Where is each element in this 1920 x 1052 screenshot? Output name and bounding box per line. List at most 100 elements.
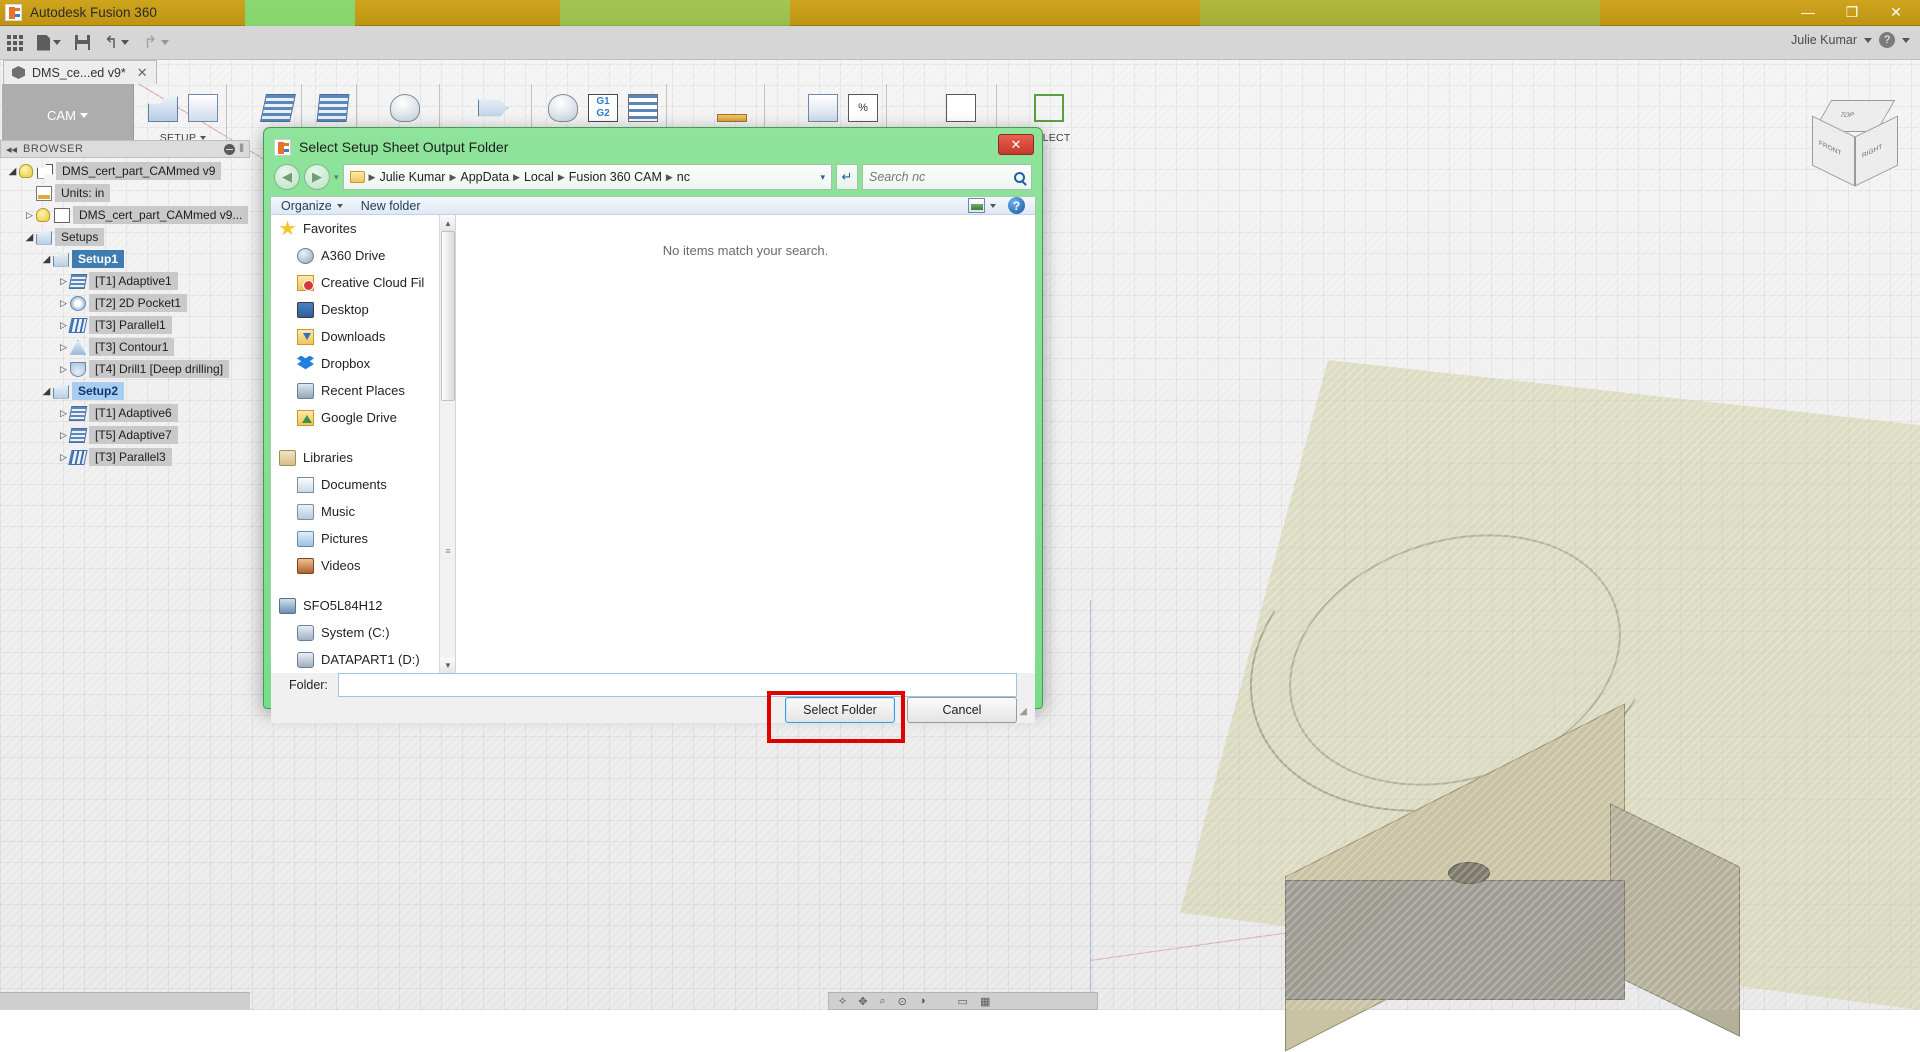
workspace-switcher[interactable]: CAM	[2, 84, 134, 146]
search-input[interactable]: Search nc	[862, 164, 1032, 190]
tree-node[interactable]: ◢DMS_cert_part_CAMmed v9	[0, 160, 250, 182]
apps-grid-button[interactable]	[0, 29, 30, 57]
setup-folder-icon[interactable]	[188, 94, 218, 122]
chevron-down-icon[interactable]	[1902, 38, 1910, 43]
breadcrumb-item-2[interactable]: Local	[524, 170, 554, 184]
expand-arrow-open-icon[interactable]: ◢	[23, 232, 36, 243]
expand-arrow-closed-icon[interactable]: ▷	[57, 430, 70, 441]
help-icon[interactable]: ?	[1879, 32, 1895, 48]
view-styles-icon[interactable]: ◑	[919, 995, 926, 1007]
forward-button[interactable]: ▶	[304, 164, 330, 190]
expand-arrow-closed-icon[interactable]: ▷	[57, 342, 70, 353]
nav-pane-item[interactable]: System (C:)	[271, 619, 455, 646]
select-icon[interactable]	[1034, 94, 1064, 122]
light-bulb-icon[interactable]	[36, 208, 50, 222]
scrollbar-thumb[interactable]	[441, 231, 455, 401]
nav-pane-item[interactable]: Creative Cloud Fil	[271, 269, 455, 296]
collapse-icon[interactable]: ◂◂	[6, 143, 17, 156]
tree-node[interactable]: ▷[T5] Adaptive7	[0, 424, 250, 446]
tree-node[interactable]: ◢Setups	[0, 226, 250, 248]
view-options-button[interactable]	[968, 198, 996, 213]
history-dropdown-icon[interactable]: ▾	[334, 172, 339, 183]
folder-input[interactable]	[338, 673, 1017, 697]
new-folder-button[interactable]: New folder	[361, 199, 421, 213]
organize-menu[interactable]: Organize	[281, 199, 343, 213]
post-process-icon[interactable]: G1G2	[588, 94, 618, 122]
measure-icon[interactable]	[717, 114, 747, 122]
expand-arrow-closed-icon[interactable]: ▷	[57, 320, 70, 331]
minimize-panel-icon[interactable]	[224, 144, 235, 155]
select-folder-button[interactable]: Select Folder	[785, 697, 895, 723]
pan-icon[interactable]: ✥	[858, 995, 867, 1008]
redo-button[interactable]: ↱	[136, 29, 175, 57]
tree-node[interactable]: ▷[T1] Adaptive6	[0, 402, 250, 424]
setup-icon[interactable]	[148, 94, 178, 122]
tree-node[interactable]: Units: in	[0, 182, 250, 204]
scroll-up-icon[interactable]: ▲	[440, 215, 456, 231]
minimize-button[interactable]: —	[1786, 0, 1830, 24]
expand-arrow-open-icon[interactable]: ◢	[6, 166, 19, 177]
expand-arrow-closed-icon[interactable]: ▷	[23, 210, 36, 221]
tree-node[interactable]: ▷[T2] 2D Pocket1	[0, 292, 250, 314]
nav-pane-item[interactable]: SFO5L84H12	[271, 592, 455, 619]
nav-pane-item[interactable]: Google Drive	[271, 404, 455, 431]
scroll-down-icon[interactable]: ▼	[440, 657, 456, 673]
fit-icon[interactable]: ⊙	[898, 995, 907, 1008]
nav-pane-item[interactable]: Dropbox	[271, 350, 455, 377]
resize-grip-icon[interactable]: ◢	[1019, 706, 1027, 717]
simulate-icon[interactable]	[548, 94, 578, 122]
toolpath-3d-icon[interactable]	[317, 94, 350, 122]
expand-arrow-closed-icon[interactable]: ▷	[57, 364, 70, 375]
breadcrumb-item-4[interactable]: nc	[677, 170, 690, 184]
back-button[interactable]: ◀	[274, 164, 300, 190]
help-icon[interactable]: ?	[1008, 197, 1025, 214]
restore-button[interactable]: ❐	[1830, 0, 1874, 24]
nav-pane-scrollbar[interactable]: ▲ ≡ ▼	[439, 215, 455, 673]
breadcrumb-item-3[interactable]: Fusion 360 CAM	[569, 170, 662, 184]
tree-node[interactable]: ▷[T4] Drill1 [Deep drilling]	[0, 358, 250, 380]
orbit-icon[interactable]: ⟡	[839, 995, 846, 1008]
tool-library-icon[interactable]	[808, 94, 838, 122]
nav-pane-item[interactable]: Music	[271, 498, 455, 525]
percent-icon[interactable]: %	[848, 94, 878, 122]
user-name-label[interactable]: Julie Kumar	[1791, 33, 1857, 47]
breadcrumb-item-1[interactable]: AppData	[460, 170, 509, 184]
save-button[interactable]	[68, 29, 97, 57]
grid-snap-icon[interactable]: ▦	[980, 995, 990, 1008]
light-bulb-icon[interactable]	[19, 164, 33, 178]
tree-node[interactable]: ◢Setup2	[0, 380, 250, 402]
expand-arrow-open-icon[interactable]: ◢	[40, 254, 53, 265]
document-tab[interactable]: DMS_ce...ed v9* ✕	[3, 60, 157, 84]
expand-arrow-closed-icon[interactable]: ▷	[57, 298, 70, 309]
close-button[interactable]: ✕	[1874, 0, 1918, 24]
close-icon[interactable]: ✕	[137, 65, 148, 81]
toolpath-2d-icon[interactable]	[260, 94, 296, 122]
new-document-button[interactable]	[30, 29, 68, 57]
nav-pane-item[interactable]: DATAPART1 (D:)	[271, 646, 455, 673]
nav-pane-item[interactable]: Videos	[271, 552, 455, 579]
ribbon-group-setup[interactable]: SETUP	[140, 84, 227, 146]
cancel-button[interactable]: Cancel	[907, 697, 1017, 723]
chevron-down-icon[interactable]	[1864, 38, 1872, 43]
tree-node[interactable]: ▷[T1] Adaptive1	[0, 270, 250, 292]
nav-pane-item[interactable]: Desktop	[271, 296, 455, 323]
file-list-pane[interactable]: No items match your search.	[456, 215, 1035, 673]
expand-arrow-open-icon[interactable]: ◢	[40, 386, 53, 397]
nav-pane-item[interactable]: A360 Drive	[271, 242, 455, 269]
nav-pane-item[interactable]: Pictures	[271, 525, 455, 552]
nav-pane-item[interactable]: Favorites	[271, 215, 455, 242]
tree-node[interactable]: ▷[T3] Parallel3	[0, 446, 250, 468]
chevron-down-icon[interactable]: ▾	[820, 172, 825, 183]
nav-pane-item[interactable]: Recent Places	[271, 377, 455, 404]
refresh-button[interactable]: ↵	[836, 164, 858, 190]
expand-arrow-closed-icon[interactable]: ▷	[57, 276, 70, 287]
undo-button[interactable]: ↰	[97, 29, 136, 57]
tree-node[interactable]: ▷[T3] Parallel1	[0, 314, 250, 336]
nav-pane-item[interactable]: Documents	[271, 471, 455, 498]
breadcrumb-item-0[interactable]: Julie Kumar	[379, 170, 445, 184]
panel-grip-icon[interactable]: ⦀	[239, 143, 244, 156]
breadcrumb[interactable]: ▶ Julie Kumar ▶ AppData ▶ Local ▶ Fusion…	[343, 164, 832, 190]
dialog-close-button[interactable]: ✕	[998, 134, 1034, 155]
tree-node[interactable]: ▷[T3] Contour1	[0, 336, 250, 358]
turning-icon[interactable]	[478, 94, 508, 122]
